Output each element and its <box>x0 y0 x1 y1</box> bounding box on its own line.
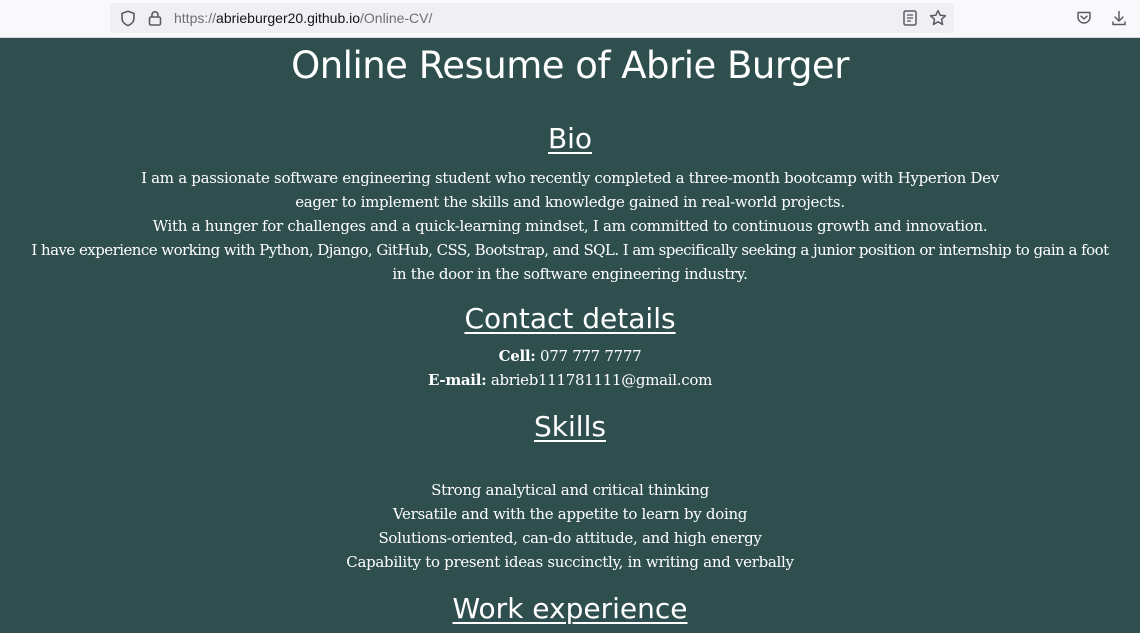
skill-item: Strong analytical and critical thinking <box>431 481 709 499</box>
bio-heading: Bio <box>547 122 593 155</box>
page-title: Online Resume of Abrie Burger <box>291 44 849 87</box>
bio-line: eager to implement the skills and knowle… <box>295 193 845 211</box>
work-heading: Work experience <box>452 592 688 625</box>
lock-icon[interactable] <box>145 8 165 28</box>
skills-heading: Skills <box>534 410 606 443</box>
address-bar[interactable]: https://abrieburger20.github.io/Online-C… <box>110 3 954 33</box>
pocket-icon[interactable] <box>1074 8 1094 28</box>
cell-value: 077 777 7777 <box>540 347 642 365</box>
contact-heading: Contact details <box>464 302 676 335</box>
skill-item: Versatile and with the appetite to learn… <box>392 505 748 523</box>
email-value: abrieb111781111@gmail.com <box>490 371 712 389</box>
bio-line: With a hunger for challenges and a quick… <box>152 217 988 235</box>
contact-email: E-mail: abrieb111781111@gmail.com <box>20 368 1120 392</box>
browser-toolbar: https://abrieburger20.github.io/Online-C… <box>0 0 1140 38</box>
email-label: E-mail: <box>427 371 487 389</box>
star-icon[interactable] <box>928 8 948 28</box>
url-text[interactable]: https://abrieburger20.github.io/Online-C… <box>174 10 432 26</box>
skill-item: Solutions-oriented, can-do attitude, and… <box>378 529 762 547</box>
cell-label: Cell: <box>498 347 536 365</box>
bio-line: I have experience working with Python, D… <box>31 241 1109 259</box>
url-path: /Online-CV/ <box>360 10 433 26</box>
bio-line: I am a passionate software engineering s… <box>141 169 999 187</box>
resume-page: Online Resume of Abrie Burger Bio I am a… <box>0 38 1140 633</box>
reader-view-icon[interactable] <box>900 8 920 28</box>
url-host: abrieburger20.github.io <box>216 10 361 26</box>
download-icon[interactable] <box>1109 8 1129 28</box>
shield-icon[interactable] <box>118 8 138 28</box>
skill-item: Capability to present ideas succinctly, … <box>346 553 794 571</box>
contact-cell: Cell: 077 777 7777 <box>20 344 1120 368</box>
url-scheme: https:// <box>174 10 217 26</box>
bio-line: in the door in the software engineering … <box>392 265 748 283</box>
